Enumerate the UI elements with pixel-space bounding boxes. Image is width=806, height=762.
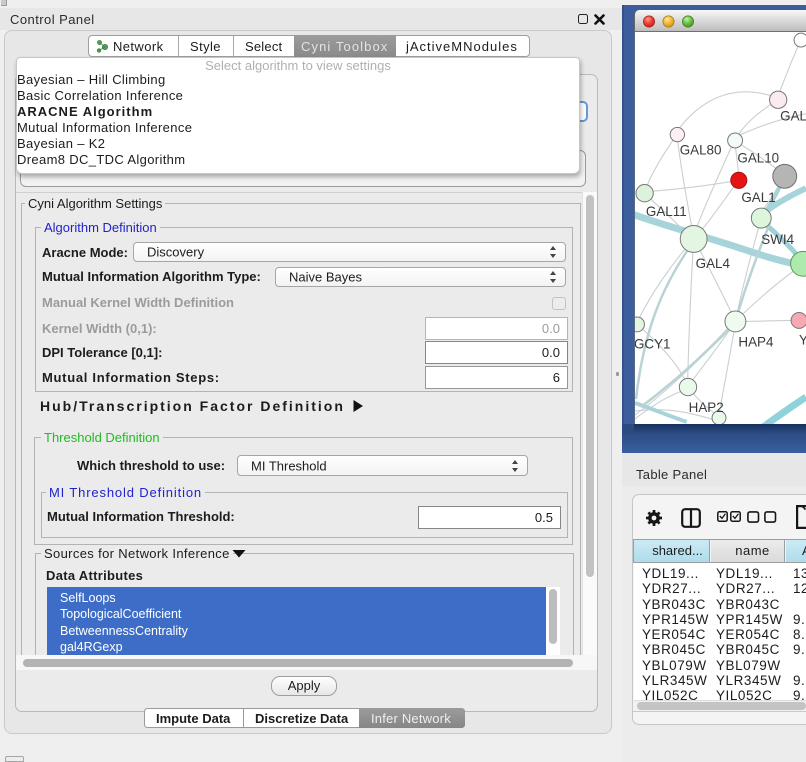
svg-text:GAL1: GAL1 [741, 190, 775, 205]
svg-text:Y: Y [799, 332, 806, 347]
svg-text:GAL11: GAL11 [646, 204, 687, 219]
svg-text:GAL4: GAL4 [696, 256, 731, 271]
svg-text:HAP4: HAP4 [738, 334, 774, 349]
svg-text:GAL: GAL [780, 109, 806, 124]
svg-text:GAL10: GAL10 [737, 150, 779, 165]
svg-text:SWI4: SWI4 [761, 232, 794, 247]
svg-text:GAL80: GAL80 [680, 142, 722, 157]
svg-text:GCY1: GCY1 [634, 336, 671, 351]
svg-text:HAP2: HAP2 [689, 400, 724, 415]
